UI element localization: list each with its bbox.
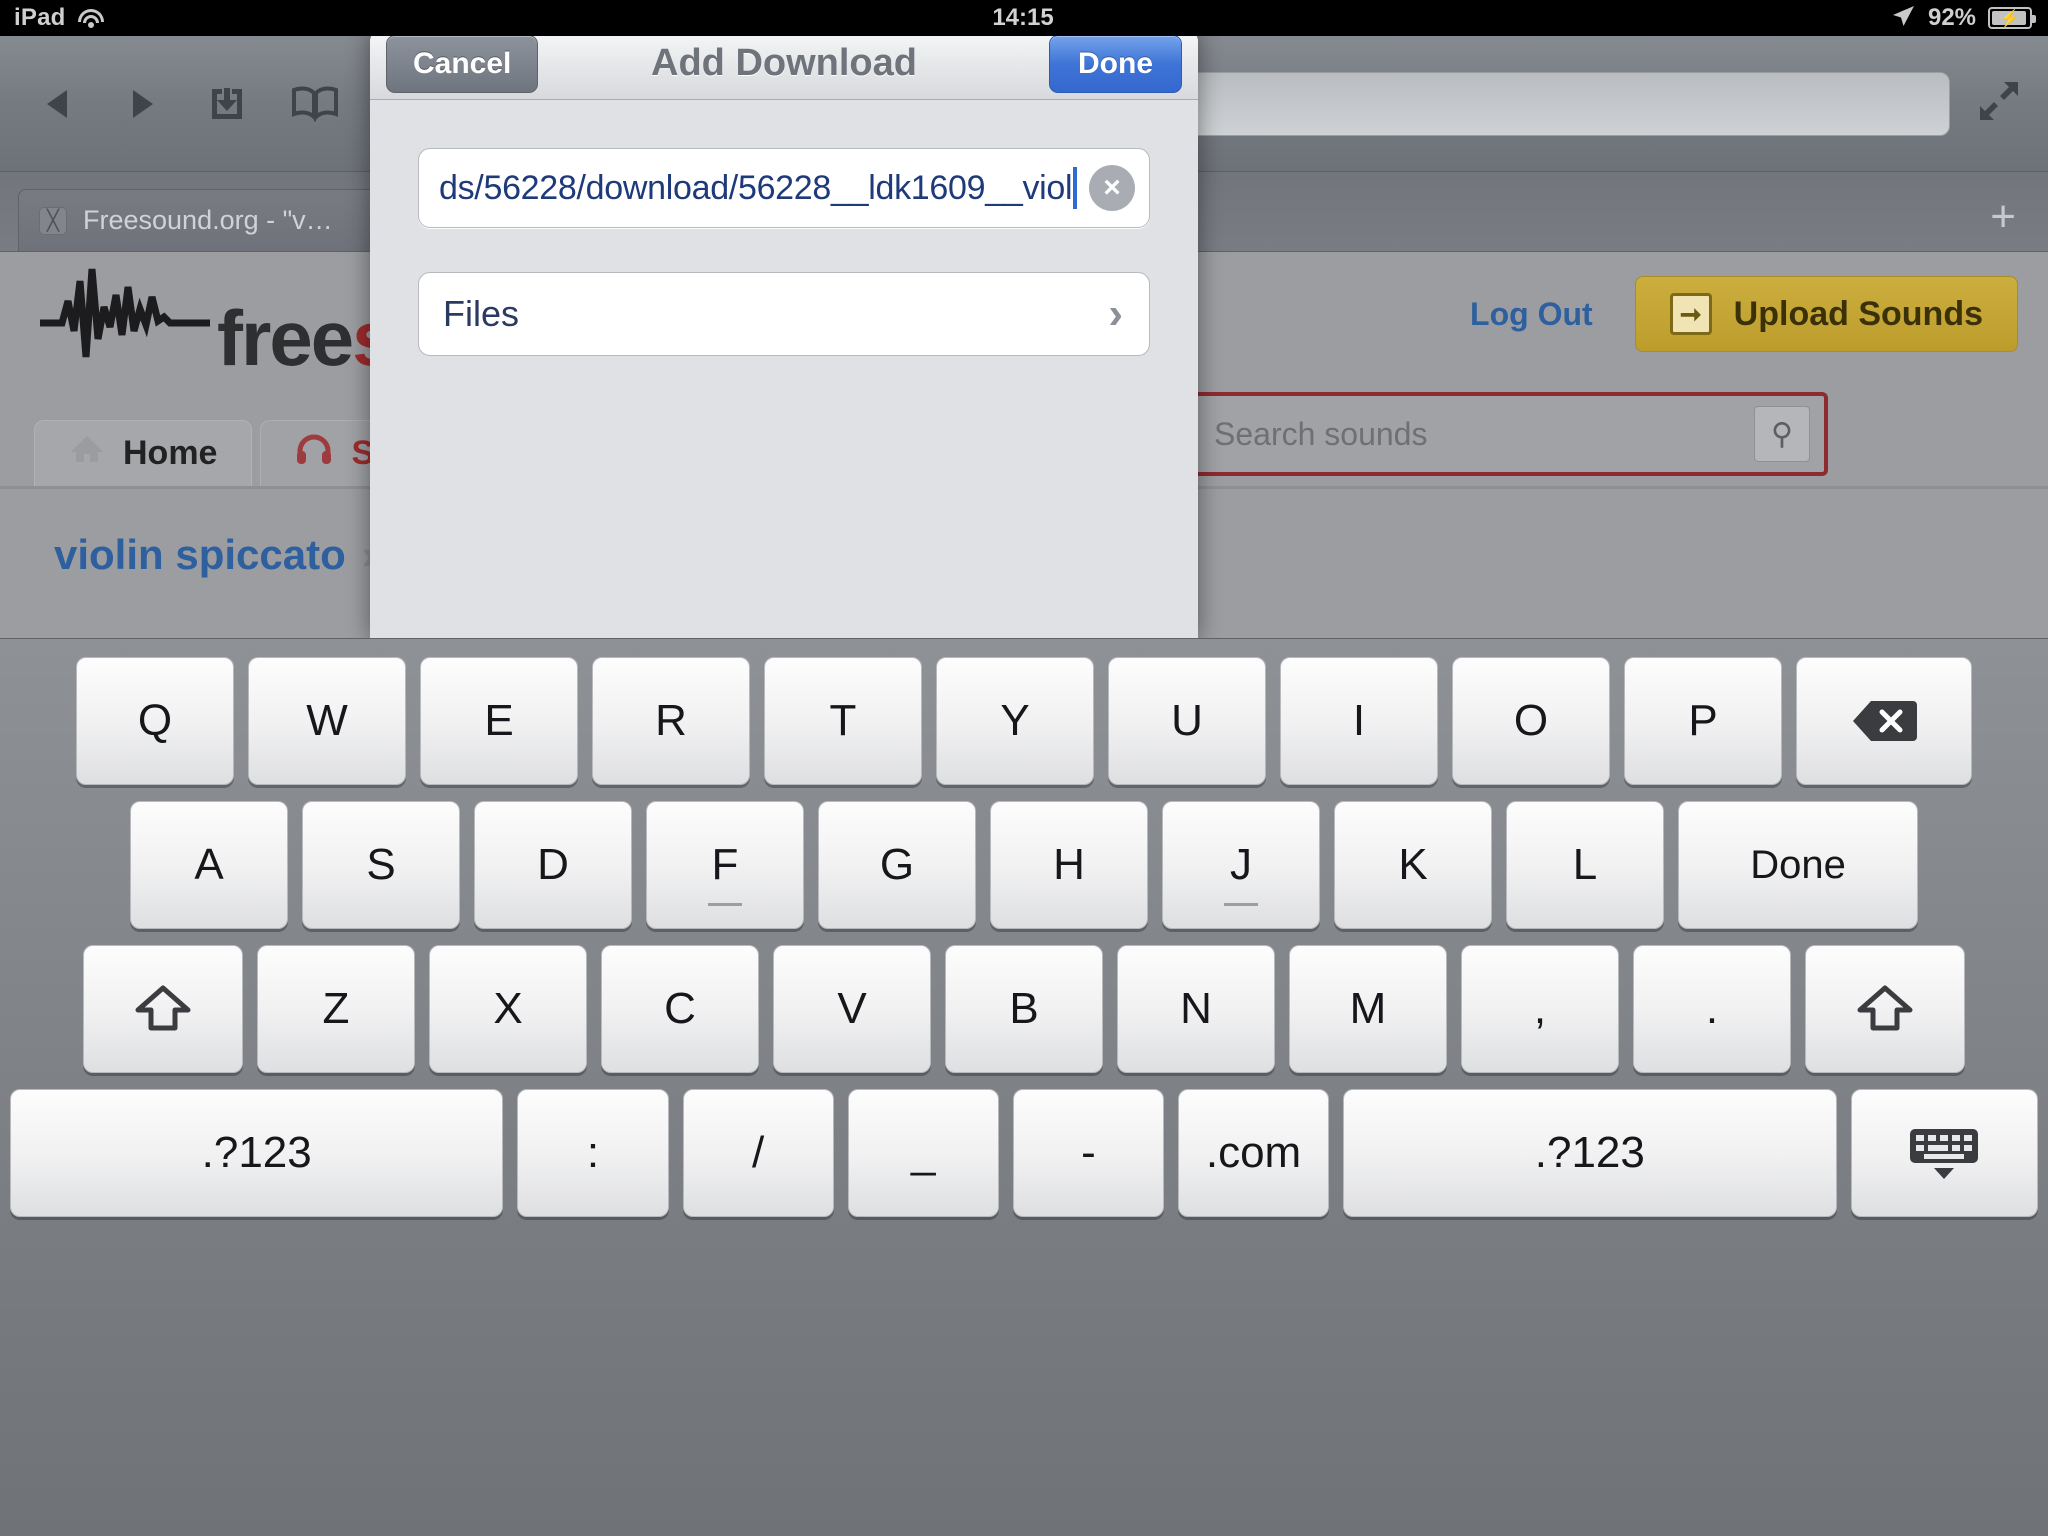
book-icon[interactable]	[290, 82, 340, 126]
add-download-dialog: Cancel Add Download Done × Files ›	[370, 28, 1198, 640]
browser-tab-title: Freesound.org - "v…	[83, 205, 333, 235]
key-underscore[interactable]: _	[847, 1089, 999, 1217]
header-actions: Log Out ➞ Upload Sounds	[1470, 276, 2048, 352]
expand-arrows-icon[interactable]	[1976, 78, 2022, 129]
waveform-logo-icon	[40, 268, 210, 358]
download-url-field[interactable]: ×	[418, 148, 1150, 228]
cancel-button[interactable]: Cancel	[386, 34, 539, 93]
chevron-right-icon: ›	[1108, 289, 1123, 338]
back-arrow-icon[interactable]	[36, 82, 80, 126]
ipad-screen: iPad 14:15 92% ⚡ ╳ Freesound.org - "v… +…	[0, 0, 2048, 1536]
forward-arrow-icon[interactable]	[120, 82, 164, 126]
key-comma[interactable]: ,	[1461, 945, 1619, 1073]
upload-arrow-icon: ➞	[1669, 293, 1712, 335]
key-p[interactable]: P	[1624, 657, 1782, 785]
wifi-icon	[77, 7, 105, 29]
key-k[interactable]: K	[1334, 801, 1492, 929]
key-c[interactable]: C	[601, 945, 759, 1073]
download-url-input[interactable]	[439, 168, 1071, 208]
key-n[interactable]: N	[1117, 945, 1275, 1073]
key-done[interactable]: Done	[1678, 801, 1918, 929]
device-name: iPad	[14, 4, 66, 31]
new-tab-button[interactable]: +	[1990, 195, 2016, 239]
key-u[interactable]: U	[1108, 657, 1266, 785]
key-numbers-right[interactable]: .?123	[1343, 1089, 1837, 1217]
logo-text-free: free	[217, 294, 354, 383]
key-a[interactable]: A	[130, 801, 288, 929]
breadcrumb-item-1[interactable]: violin spiccato	[54, 531, 346, 579]
shift-arrow-icon[interactable]	[83, 945, 243, 1073]
key-s[interactable]: S	[302, 801, 460, 929]
shift-arrow-icon-right[interactable]	[1805, 945, 1965, 1073]
key-b[interactable]: B	[945, 945, 1103, 1073]
home-icon	[69, 433, 105, 474]
dialog-header: Cancel Add Download Done	[370, 28, 1198, 100]
key-g[interactable]: G	[818, 801, 976, 929]
key-l[interactable]: L	[1506, 801, 1664, 929]
key-w[interactable]: W	[248, 657, 406, 785]
key-m[interactable]: M	[1289, 945, 1447, 1073]
done-button[interactable]: Done	[1049, 34, 1182, 93]
status-bar-right: 92% ⚡	[1054, 3, 2048, 34]
key-e[interactable]: E	[420, 657, 578, 785]
key-period[interactable]: .	[1633, 945, 1791, 1073]
nav-tab-home-label: Home	[123, 434, 218, 472]
page-icon: ╳	[39, 206, 67, 235]
key-h[interactable]: H	[990, 801, 1148, 929]
battery-percent: 92%	[1927, 4, 1977, 31]
upload-sounds-button[interactable]: ➞ Upload Sounds	[1634, 276, 2018, 352]
clear-circle-icon[interactable]: ×	[1089, 165, 1135, 211]
files-row[interactable]: Files ›	[418, 272, 1150, 356]
files-row-label: Files	[443, 293, 520, 334]
key-z[interactable]: Z	[257, 945, 415, 1073]
status-bar-clock: 14:15	[992, 4, 1054, 31]
keyboard-row-3: Z X C V B N M , .	[10, 945, 2038, 1073]
nav-tab-home[interactable]: Home	[34, 420, 253, 486]
key-colon[interactable]: :	[517, 1089, 669, 1217]
key-x[interactable]: X	[429, 945, 587, 1073]
key-numbers-left[interactable]: .?123	[10, 1089, 504, 1217]
keyboard-row-1: Q W E R T Y U I O P	[10, 657, 2038, 785]
dialog-body: × Files ›	[370, 100, 1198, 356]
status-bar-left: iPad	[0, 4, 992, 32]
key-y[interactable]: Y	[936, 657, 1094, 785]
key-o[interactable]: O	[1452, 657, 1610, 785]
key-q[interactable]: Q	[76, 657, 234, 785]
location-arrow-icon	[1890, 3, 1916, 34]
battery-charging-icon: ⚡	[1988, 7, 2037, 29]
on-screen-keyboard: Q W E R T Y U I O P A S D F G H J K L Do…	[0, 638, 2048, 1536]
key-v[interactable]: V	[773, 945, 931, 1073]
headphones-icon	[295, 433, 333, 474]
key-slash[interactable]: /	[682, 1089, 834, 1217]
status-bar: iPad 14:15 92% ⚡	[0, 0, 2048, 36]
key-i[interactable]: I	[1280, 657, 1438, 785]
backspace-icon[interactable]	[1796, 657, 1972, 785]
key-dot-com[interactable]: .com	[1177, 1089, 1330, 1217]
text-cursor	[1073, 167, 1077, 209]
key-t[interactable]: T	[764, 657, 922, 785]
logout-link[interactable]: Log Out	[1470, 296, 1593, 333]
key-d[interactable]: D	[474, 801, 632, 929]
key-j[interactable]: J	[1162, 801, 1320, 929]
key-hyphen[interactable]: -	[1012, 1089, 1164, 1217]
key-f[interactable]: F	[646, 801, 804, 929]
download-icon[interactable]	[204, 81, 250, 127]
keyboard-row-2: A S D F G H J K L Done	[10, 801, 2038, 929]
upload-sounds-label: Upload Sounds	[1733, 294, 1983, 333]
keyboard-row-4: .?123 : / _ - .com .?123	[10, 1089, 2038, 1217]
key-r[interactable]: R	[592, 657, 750, 785]
hide-keyboard-icon[interactable]	[1850, 1089, 2038, 1217]
